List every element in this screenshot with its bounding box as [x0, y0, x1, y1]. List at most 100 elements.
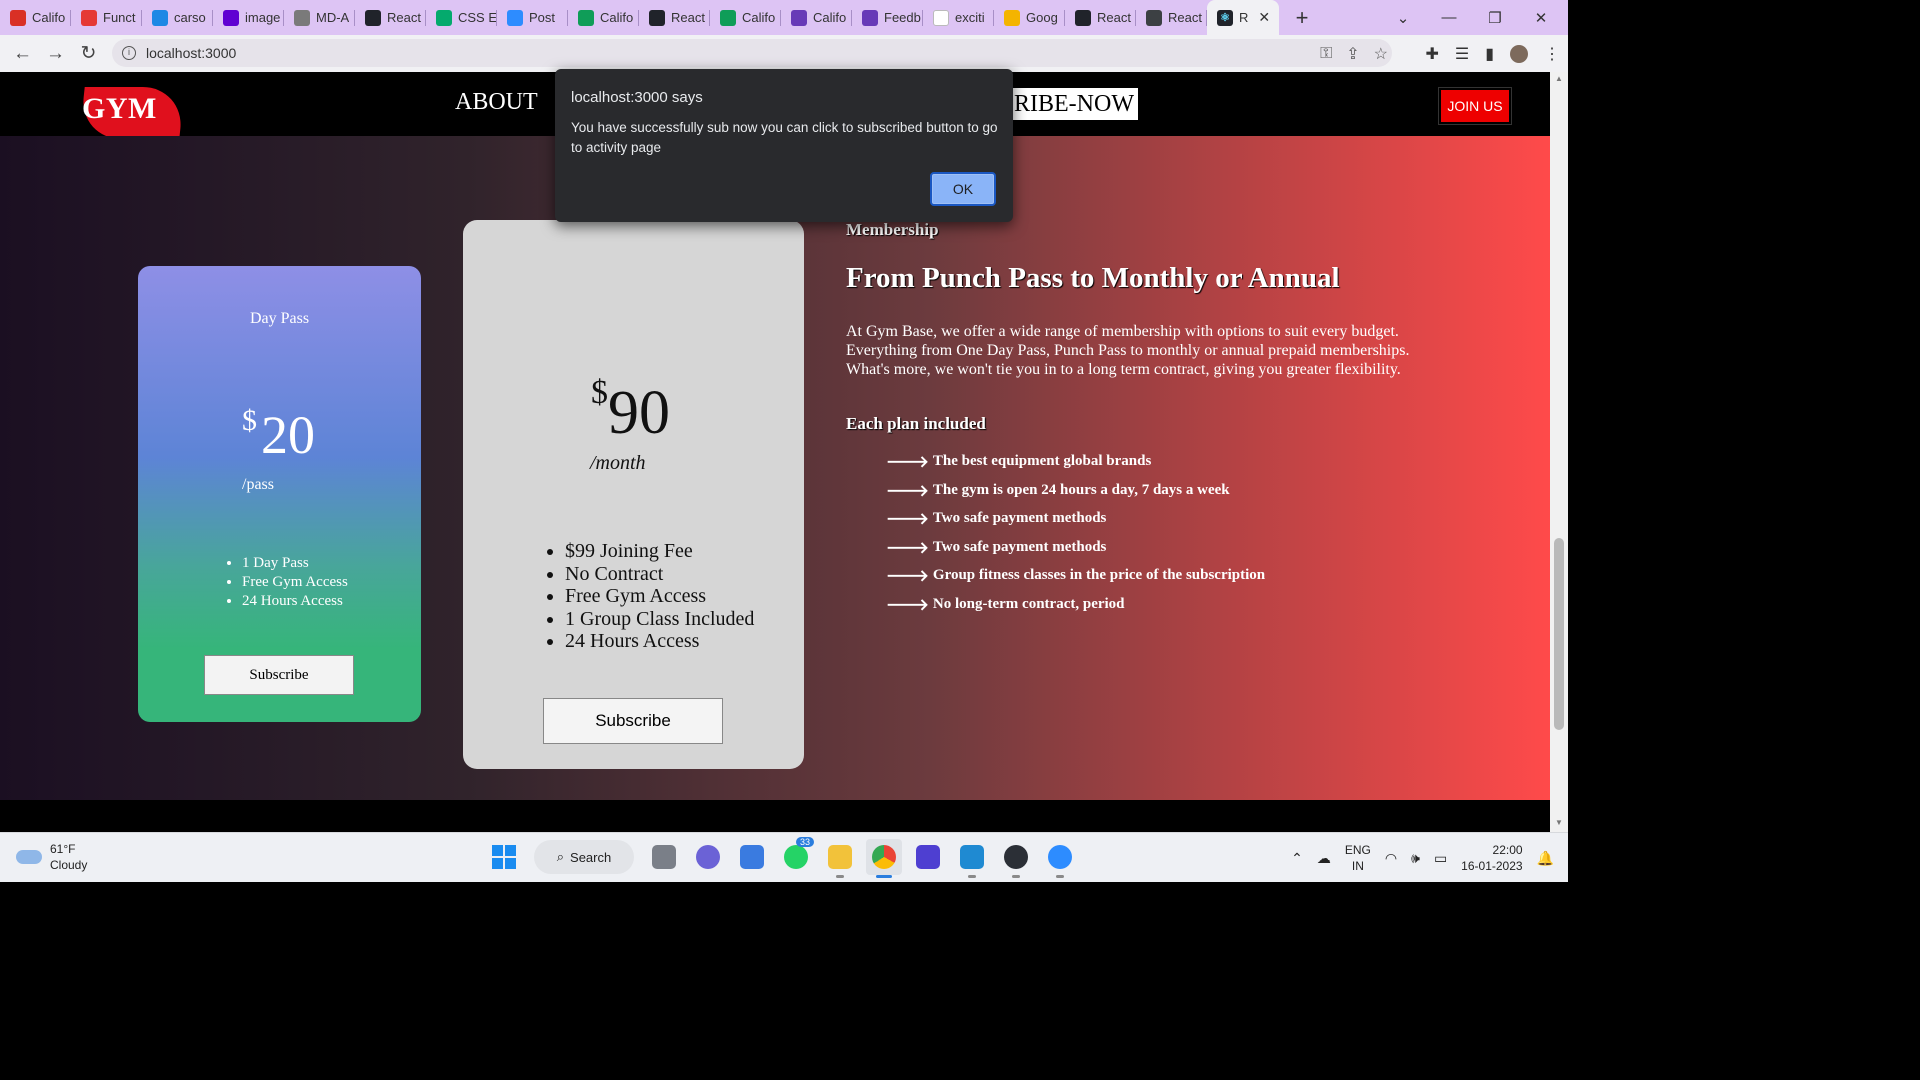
- vscode-icon: [960, 845, 984, 869]
- globe-icon: [1146, 9, 1162, 26]
- monthly-price: $90: [591, 376, 670, 445]
- battery-icon[interactable]: ▭: [1434, 850, 1447, 867]
- arrow-right-icon: 🡒: [886, 596, 929, 614]
- zoom-icon: [1048, 845, 1072, 869]
- chevron-up-icon[interactable]: ⌃: [1291, 850, 1303, 867]
- onedrive-cloud-icon[interactable]: ☁: [1317, 850, 1331, 867]
- tab-label: image: [245, 10, 281, 25]
- join-us-button[interactable]: JOIN US: [1439, 88, 1511, 124]
- monthly-subscribe-button[interactable]: Subscribe: [543, 698, 723, 744]
- browser-tab[interactable]: Funct: [71, 0, 142, 35]
- side-panel-icon[interactable]: ▮: [1485, 44, 1494, 64]
- active-tab[interactable]: ⚛ R ✕: [1207, 0, 1279, 35]
- reload-icon[interactable]: ↻: [72, 42, 105, 65]
- taskbar-search[interactable]: ⌕ Search: [534, 840, 634, 874]
- github-icon: [294, 9, 310, 26]
- tab-label: CSS E: [458, 10, 497, 25]
- currency-symbol: $: [591, 374, 608, 411]
- browser-tab[interactable]: React: [1065, 0, 1136, 35]
- window-controls: ⌄ — ❐ ✕: [1380, 0, 1564, 35]
- forward-arrow-icon[interactable]: →: [39, 43, 72, 65]
- feature-item: 1 Group Class Included: [565, 608, 754, 631]
- browser-tab[interactable]: Feedb: [852, 0, 923, 35]
- react-icon: [1075, 9, 1091, 26]
- browser-tab[interactable]: Post: [497, 0, 568, 35]
- browser-tab[interactable]: React: [1136, 0, 1207, 35]
- browser-tab[interactable]: Califo: [710, 0, 781, 35]
- git-client-button[interactable]: [998, 839, 1034, 878]
- tab-label: React: [387, 10, 421, 25]
- whatsapp-button[interactable]: 33: [778, 837, 814, 875]
- browser-tab[interactable]: CSS E: [426, 0, 497, 35]
- feature-item: Free Gym Access: [565, 585, 754, 608]
- browser-tab[interactable]: React: [355, 0, 426, 35]
- browser-tab[interactable]: image: [213, 0, 284, 35]
- wifi-icon[interactable]: ◠: [1385, 850, 1397, 867]
- notification-bell-icon[interactable]: 🔔: [1537, 850, 1554, 867]
- language-indicator[interactable]: ENG IN: [1345, 842, 1371, 874]
- arrow-right-icon: 🡒: [886, 539, 929, 557]
- tab-label: Califo: [600, 10, 634, 25]
- site-logo[interactable]: GYM: [82, 92, 157, 126]
- tab-label: Feedb: [884, 10, 921, 25]
- clock-date: 16-01-2023: [1461, 859, 1523, 873]
- new-tab-button[interactable]: +: [1285, 5, 1319, 31]
- start-button[interactable]: [486, 839, 522, 875]
- running-indicator: [1056, 875, 1064, 878]
- url-input[interactable]: i localhost:3000: [112, 39, 1392, 67]
- browser-tab[interactable]: Goog: [994, 0, 1065, 35]
- day-pass-subscribe-button[interactable]: Subscribe: [204, 655, 354, 695]
- nav-about-link[interactable]: ABOUT: [455, 89, 538, 116]
- scroll-thumb[interactable]: [1554, 538, 1564, 730]
- address-bar-row: ← → ↻ i localhost:3000 ⚿ ⇪ ☆ ✚ ☰ ▮ ⋮: [0, 35, 1568, 72]
- key-icon[interactable]: ⚿: [1320, 45, 1332, 63]
- search-icon: ⌕: [556, 849, 565, 864]
- share-icon[interactable]: ⇪: [1346, 44, 1359, 64]
- page-scrollbar[interactable]: ▲ ▼: [1550, 72, 1568, 832]
- volume-icon[interactable]: 🕪: [1411, 850, 1420, 867]
- react-icon: [365, 9, 381, 26]
- back-arrow-icon[interactable]: ←: [6, 43, 39, 65]
- file-explorer-button[interactable]: [822, 839, 858, 878]
- plan-included-heading: Each plan included: [846, 414, 986, 433]
- browser-tab[interactable]: Califo: [568, 0, 639, 35]
- browser-tab[interactable]: Califo: [0, 0, 71, 35]
- feature-item: 1 Day Pass: [242, 554, 348, 573]
- vscode-button[interactable]: [954, 839, 990, 878]
- media-queue-icon[interactable]: ☰: [1455, 44, 1469, 64]
- chrome-button[interactable]: [866, 839, 902, 878]
- site-info-icon[interactable]: i: [122, 46, 136, 60]
- browser-tab[interactable]: exciti: [923, 0, 994, 35]
- restore-icon[interactable]: ❐: [1472, 9, 1518, 27]
- notification-badge: 33: [795, 837, 814, 847]
- list-item: 🡒 Two safe payment methods: [886, 539, 1265, 568]
- close-window-icon[interactable]: ✕: [1518, 9, 1564, 27]
- tab-label: carso: [174, 10, 206, 25]
- scroll-down-icon[interactable]: ▼: [1550, 818, 1568, 827]
- zoom-button[interactable]: [1042, 839, 1078, 878]
- more-menu-icon[interactable]: ⋮: [1544, 44, 1560, 64]
- task-view-button[interactable]: [646, 839, 682, 875]
- profile-avatar-icon[interactable]: [1510, 44, 1528, 63]
- extensions-puzzle-icon[interactable]: ✚: [1425, 44, 1438, 64]
- editor-button[interactable]: [910, 839, 946, 875]
- minimize-icon[interactable]: —: [1426, 9, 1472, 26]
- weather-widget[interactable]: 61°F Cloudy: [16, 841, 87, 873]
- store-button[interactable]: [734, 839, 770, 875]
- close-tab-icon[interactable]: ✕: [1258, 9, 1270, 26]
- dialog-ok-button[interactable]: OK: [930, 172, 996, 206]
- list-item: 🡒 The best equipment global brands: [886, 453, 1265, 482]
- clock[interactable]: 22:00 16-01-2023: [1461, 842, 1522, 874]
- day-pass-period: /pass: [242, 476, 274, 493]
- browser-tab[interactable]: MD-A: [284, 0, 355, 35]
- browser-tab[interactable]: React: [639, 0, 710, 35]
- browser-tab[interactable]: Califo: [781, 0, 852, 35]
- browser-tab[interactable]: carso: [142, 0, 213, 35]
- tab-search-chevron-icon[interactable]: ⌄: [1380, 9, 1426, 27]
- editor-icon: [916, 845, 940, 869]
- bookmark-star-icon[interactable]: ☆: [1374, 44, 1388, 64]
- nav-subscribe-link[interactable]: RIBE-NOW: [1010, 88, 1138, 120]
- teams-chat-button[interactable]: [690, 839, 726, 875]
- scroll-up-icon[interactable]: ▲: [1550, 74, 1568, 83]
- day-pass-price: $20: [242, 406, 315, 463]
